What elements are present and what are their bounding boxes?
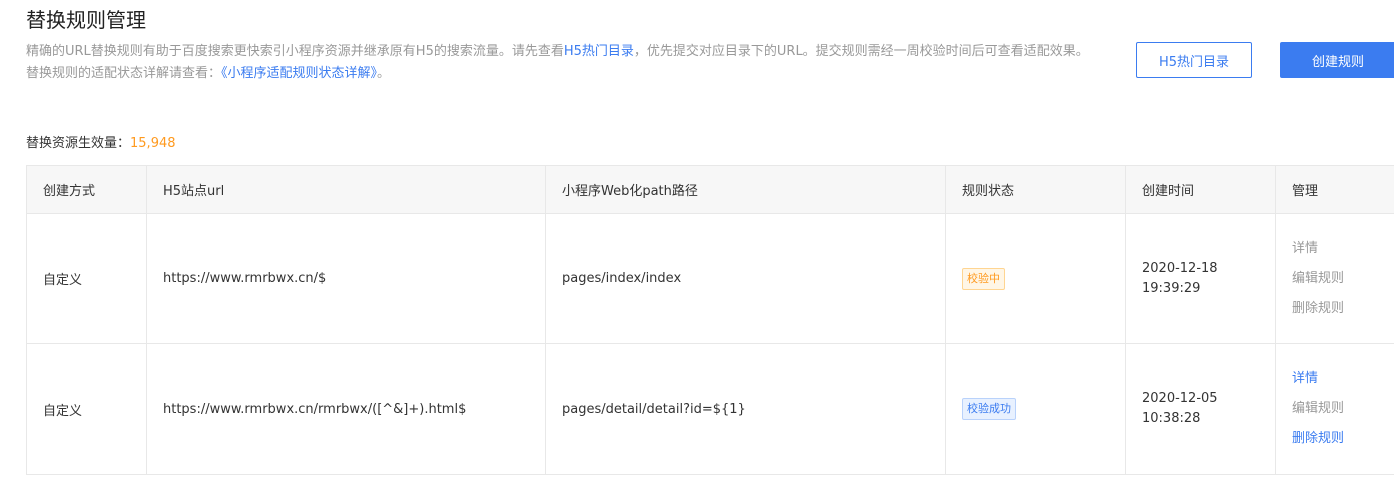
summary: 替换资源生效量：15,948 <box>26 134 176 154</box>
header-path: 小程序Web化path路径 <box>545 165 946 214</box>
status-badge: 校验中 <box>962 267 1005 290</box>
cell-created: 2020-12-18 19:39:29 <box>1125 213 1276 344</box>
cell-h5-url: https://www.rmrbwx.cn/rmrbwx/([^&]+).htm… <box>146 343 546 475</box>
desc-text-3: 配效果。 <box>1036 44 1089 59</box>
desc-hot-dir-link[interactable]: H5热门目录 <box>564 44 634 59</box>
page-title: 替换规则管理 <box>26 8 146 32</box>
cell-path: pages/detail/detail?id=${1} <box>545 343 946 475</box>
header-status: 规则状态 <box>945 165 1126 214</box>
header-manage: 管理 <box>1275 165 1394 214</box>
summary-label: 替换资源生效量： <box>26 136 131 151</box>
hot-dir-button[interactable]: H5热门目录 <box>1136 42 1252 78</box>
detail-link[interactable]: 详情 <box>1292 234 1394 264</box>
created-time: 19:39:29 <box>1142 280 1201 296</box>
cell-h5-url: https://www.rmrbwx.cn/$ <box>146 213 546 344</box>
cell-status: 校验中 <box>945 213 1126 344</box>
created-date: 2020-12-05 <box>1142 391 1218 406</box>
status-note-prefix: 替换规则的适配状态详解请查看： <box>26 66 222 81</box>
cell-manage: 详情 编辑规则 删除规则 <box>1275 213 1394 344</box>
create-rule-button[interactable]: 创建规则 <box>1280 42 1394 78</box>
delete-rule-link[interactable]: 删除规则 <box>1292 424 1394 454</box>
detail-link[interactable]: 详情 <box>1292 364 1394 394</box>
cell-path: pages/index/index <box>545 213 946 344</box>
status-note: 替换规则的适配状态详解请查看：《小程序适配规则状态详解》。 <box>26 63 1118 85</box>
desc-text-1: 精确的URL替换规则有助于百度搜索更快索引小程序资源并继承原有H5的搜索流量。请… <box>26 44 564 59</box>
delete-rule-link[interactable]: 删除规则 <box>1292 294 1394 324</box>
cell-created: 2020-12-05 10:38:28 <box>1125 343 1276 475</box>
header-h5-url: H5站点url <box>146 165 546 214</box>
cell-status: 校验成功 <box>945 343 1126 475</box>
status-detail-link[interactable]: 《小程序适配规则状态详解》 <box>221 66 377 81</box>
rules-table: 创建方式 H5站点url 小程序Web化path路径 规则状态 创建时间 管理 … <box>26 165 1394 475</box>
page-description: 精确的URL替换规则有助于百度搜索更快索引小程序资源并继承原有H5的搜索流量。请… <box>26 41 1118 85</box>
created-time: 10:38:28 <box>1142 411 1201 426</box>
table-row: 自定义 https://www.rmrbwx.cn/$ pages/index/… <box>26 213 1394 344</box>
status-badge: 校验成功 <box>962 398 1016 420</box>
status-note-suffix: 。 <box>377 66 391 81</box>
cell-method: 自定义 <box>26 343 147 475</box>
edit-rule-link[interactable]: 编辑规则 <box>1292 394 1394 424</box>
table-row: 自定义 https://www.rmrbwx.cn/rmrbwx/([^&]+)… <box>26 343 1394 475</box>
header-method: 创建方式 <box>26 165 147 214</box>
cell-method: 自定义 <box>26 213 147 344</box>
desc-text-2: ，优先提交对应目录下的URL。提交规则需经一周校验时间后可查看适 <box>633 44 1037 59</box>
summary-count: 15,948 <box>130 136 176 151</box>
header-created: 创建时间 <box>1125 165 1276 214</box>
cell-manage: 详情 编辑规则 删除规则 <box>1275 343 1394 475</box>
table-header-row: 创建方式 H5站点url 小程序Web化path路径 规则状态 创建时间 管理 <box>26 165 1394 214</box>
created-date: 2020-12-18 <box>1142 260 1218 276</box>
edit-rule-link[interactable]: 编辑规则 <box>1292 264 1394 294</box>
